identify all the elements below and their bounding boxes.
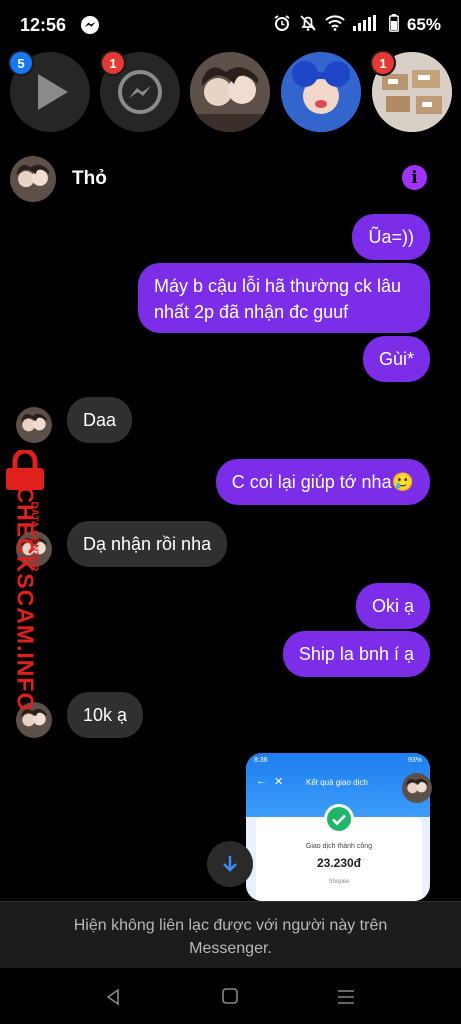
watermark: CHECKSCAM.INFO DATA CENTER <box>0 450 60 711</box>
attachment-amount: 23.230đ <box>316 856 362 870</box>
arrow-down-icon <box>223 856 237 872</box>
menu-nav-icon[interactable] <box>337 989 355 1005</box>
message-incoming[interactable]: Dạ nhận rồi nha <box>67 521 228 567</box>
chathead-tho[interactable] <box>190 52 270 132</box>
message-incoming[interactable]: Daa <box>67 397 133 443</box>
attachment-title: Kết quả giao dịch <box>306 778 368 787</box>
back-arrow-icon: ← <box>256 775 267 787</box>
seen-avatar <box>402 773 432 803</box>
message-outgoing[interactable]: C coi lại giúp tớ nha🥲 <box>215 459 430 505</box>
scroll-to-bottom-button[interactable] <box>207 841 253 887</box>
status-bar: 12:56 65% <box>0 0 461 52</box>
close-icon: ✕ <box>274 776 284 788</box>
image-attachment[interactable]: 8:36 93% ← ✕ Kết quả giao dịch Giao dịch… <box>246 753 430 901</box>
mute-icon <box>300 15 316 31</box>
back-nav-icon[interactable] <box>104 988 122 1006</box>
contact-name[interactable]: Thỏ <box>72 168 107 190</box>
message-outgoing[interactable]: Oki ạ <box>355 583 430 629</box>
avatar-photo <box>281 52 361 132</box>
avatar-photo <box>402 773 432 803</box>
chathead-blue-hair[interactable] <box>281 52 361 132</box>
attachment-status-time: 8:36 <box>254 757 268 764</box>
alarm-icon <box>274 15 290 31</box>
chathead-badge: 1 <box>370 50 396 76</box>
battery-icon <box>389 14 399 32</box>
wifi-icon <box>325 15 345 31</box>
chathead-badge: 5 <box>8 50 34 76</box>
status-icons <box>273 14 399 32</box>
attachment-card: Giao dịch thành công 23.230đ Shopee <box>256 804 422 901</box>
navigation-bar <box>0 968 461 1024</box>
status-time: 12:56 <box>20 15 67 35</box>
message-outgoing[interactable]: Ũa=)) <box>352 214 430 260</box>
messenger-notification-icon <box>81 16 99 34</box>
home-nav-icon[interactable] <box>222 988 238 1004</box>
avatar-photo <box>10 156 56 202</box>
watermark-subtitle: DATA CENTER <box>28 501 40 572</box>
message-outgoing[interactable]: Máy b cậu lỗi hã thường ck lâu nhất 2p đ… <box>138 263 430 333</box>
message-outgoing[interactable]: Gùi* <box>362 336 430 382</box>
signal-icon <box>353 15 376 31</box>
battery-percent: 65% <box>406 15 441 34</box>
blocked-footer: Hiện không liên lạc được với người này t… <box>0 901 461 970</box>
message-outgoing[interactable]: Ship la bnh í ạ <box>282 631 430 677</box>
chat-heads-row: 5 1 1 <box>0 50 461 134</box>
chathead-badge: 1 <box>100 50 126 76</box>
info-icon[interactable]: i <box>402 165 427 190</box>
attachment-battery: 93% <box>407 757 422 764</box>
check-icon <box>324 804 354 834</box>
attachment-success: Giao dịch thành công <box>305 843 373 850</box>
attachment-merchant: Shopee <box>328 879 350 885</box>
message-incoming[interactable]: 10k ạ <box>67 692 144 738</box>
avatar-photo <box>16 407 52 443</box>
chat-header: Thỏ <box>0 152 461 208</box>
avatar[interactable] <box>10 156 56 202</box>
footer-notice: Hiện không liên lạc được với người này t… <box>73 917 388 957</box>
avatar-photo <box>190 52 270 132</box>
sender-avatar <box>16 407 52 443</box>
lock-icon <box>6 450 44 490</box>
